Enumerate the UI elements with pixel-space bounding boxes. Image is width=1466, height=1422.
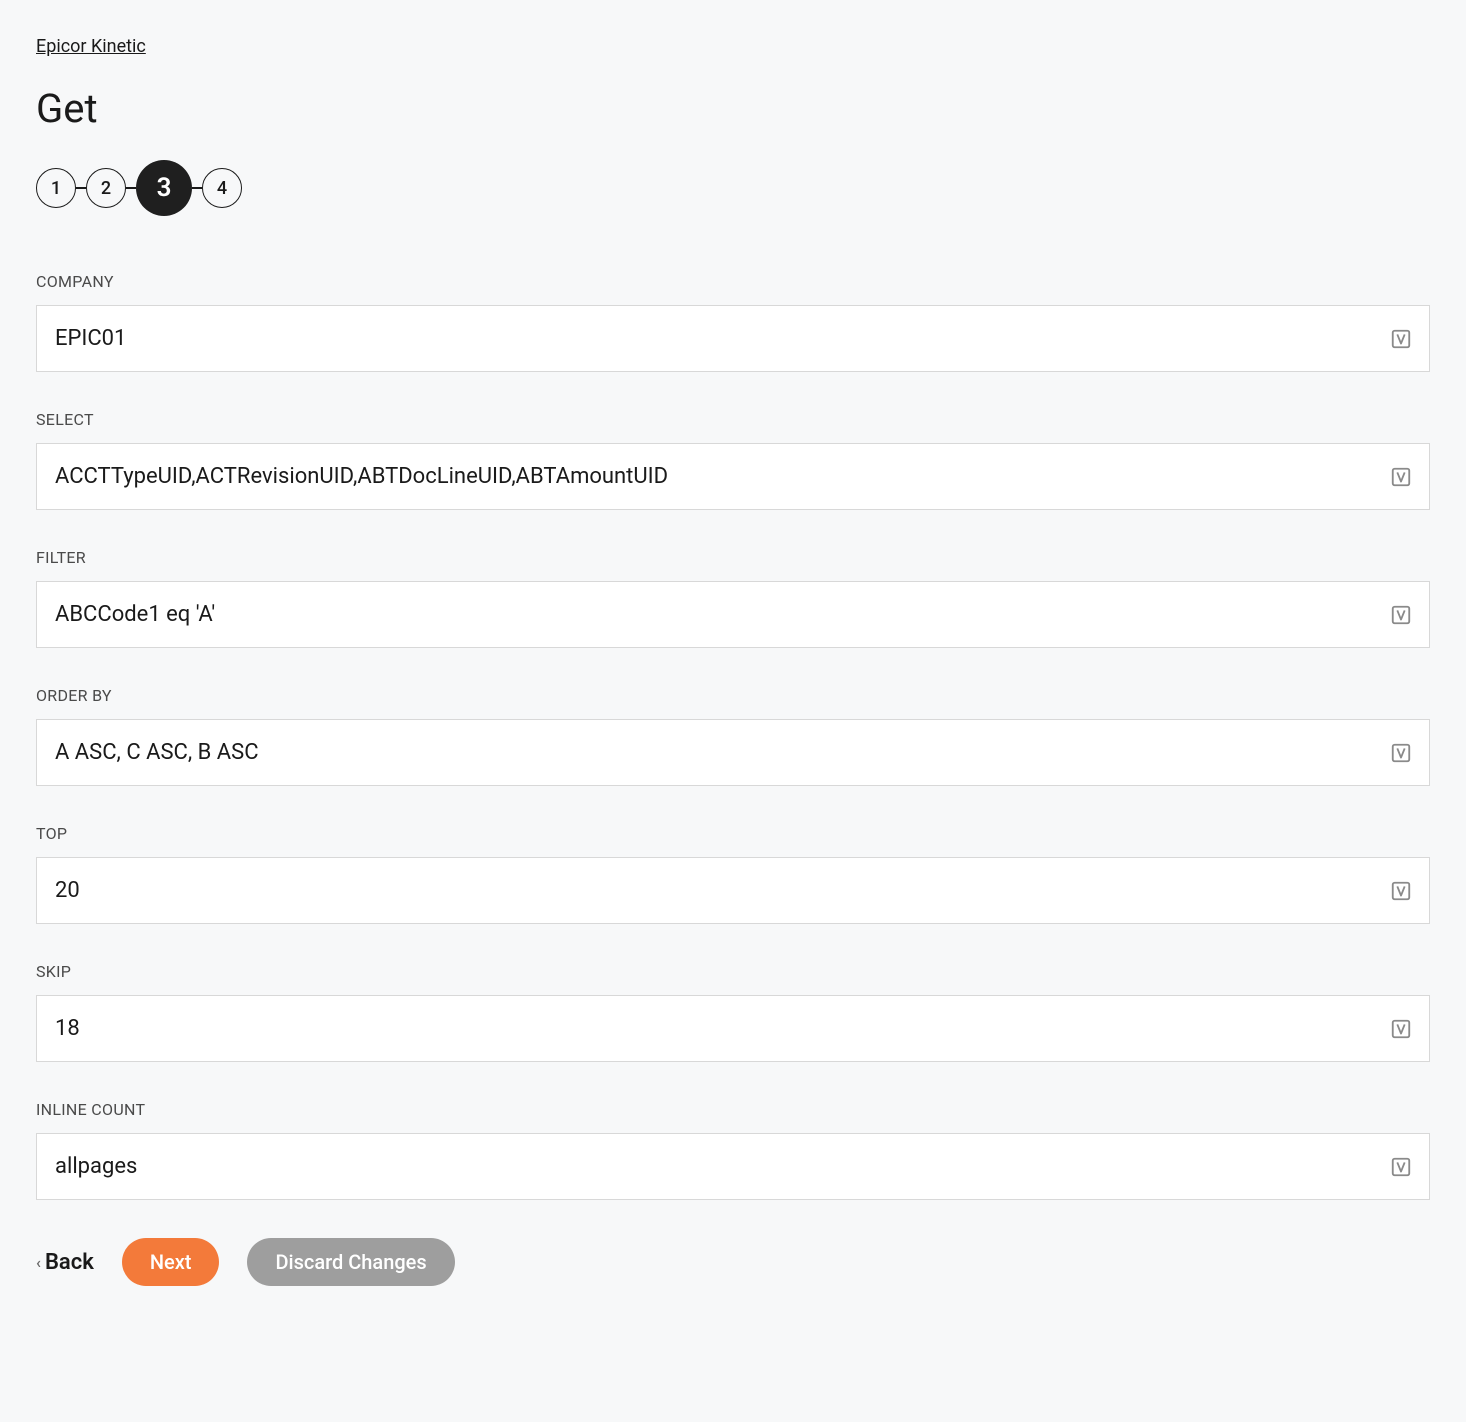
filter-input[interactable] [37, 582, 1389, 647]
button-row: ‹ Back Next Discard Changes [36, 1238, 1430, 1286]
breadcrumb[interactable]: Epicor Kinetic [36, 36, 146, 57]
chevron-left-icon: ‹ [36, 1253, 41, 1272]
step-connector [192, 187, 202, 189]
back-button[interactable]: ‹ Back [36, 1250, 94, 1275]
top-label: TOP [36, 824, 1430, 843]
field-select: SELECT [36, 410, 1430, 510]
inlinecount-input[interactable] [37, 1134, 1389, 1199]
variable-icon[interactable] [1389, 1155, 1413, 1179]
step-connector [76, 187, 86, 189]
step-4[interactable]: 4 [202, 168, 242, 208]
step-3[interactable]: 3 [136, 160, 192, 216]
top-input[interactable] [37, 858, 1389, 923]
field-inlinecount: INLINE COUNT [36, 1100, 1430, 1200]
variable-icon[interactable] [1389, 327, 1413, 351]
select-label: SELECT [36, 410, 1430, 429]
field-skip: SKIP [36, 962, 1430, 1062]
next-button[interactable]: Next [122, 1238, 220, 1286]
skip-input[interactable] [37, 996, 1389, 1061]
variable-icon[interactable] [1389, 879, 1413, 903]
field-company: COMPANY [36, 272, 1430, 372]
field-orderby: ORDER BY [36, 686, 1430, 786]
field-filter: FILTER [36, 548, 1430, 648]
filter-label: FILTER [36, 548, 1430, 567]
variable-icon[interactable] [1389, 741, 1413, 765]
discard-button[interactable]: Discard Changes [247, 1238, 454, 1286]
company-label: COMPANY [36, 272, 1430, 291]
select-input[interactable] [37, 444, 1389, 509]
step-2[interactable]: 2 [86, 168, 126, 208]
back-label: Back [45, 1250, 94, 1275]
field-top: TOP [36, 824, 1430, 924]
page-title: Get [36, 85, 1430, 132]
orderby-label: ORDER BY [36, 686, 1430, 705]
inlinecount-label: INLINE COUNT [36, 1100, 1430, 1119]
stepper: 1 2 3 4 [36, 160, 1430, 216]
variable-icon[interactable] [1389, 465, 1413, 489]
variable-icon[interactable] [1389, 1017, 1413, 1041]
company-input[interactable] [37, 306, 1389, 371]
step-1[interactable]: 1 [36, 168, 76, 208]
orderby-input[interactable] [37, 720, 1389, 785]
variable-icon[interactable] [1389, 603, 1413, 627]
step-connector [126, 187, 136, 189]
skip-label: SKIP [36, 962, 1430, 981]
